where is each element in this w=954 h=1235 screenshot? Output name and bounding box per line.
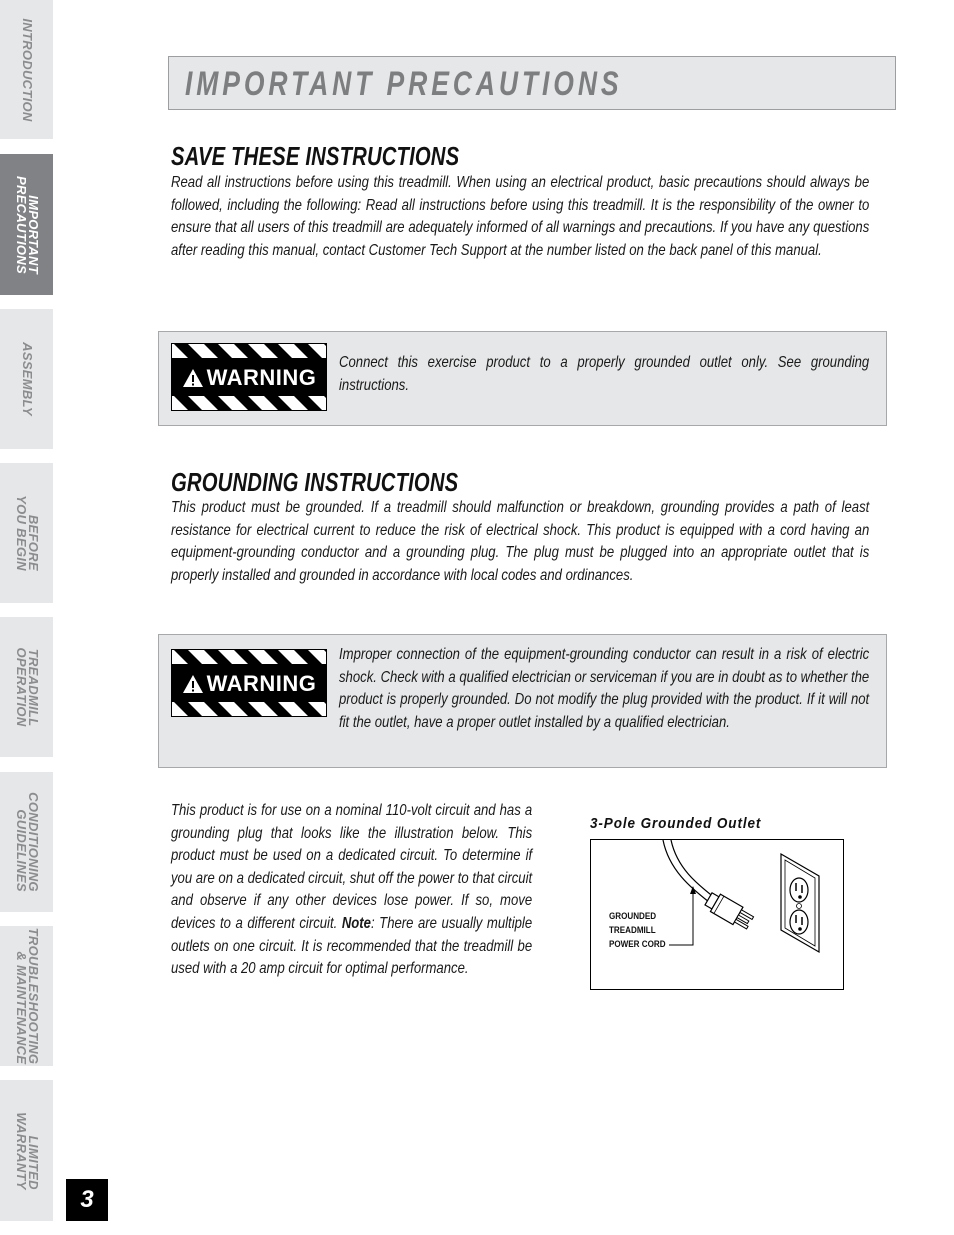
page-title-banner: IMPORTANT PRECAUTIONS [168, 56, 896, 110]
sidebar-tab-label: TREADMILL OPERATION [13, 647, 41, 727]
warning-box-grounded-outlet: WARNING Connect this exercise product to… [158, 331, 887, 426]
warning-badge: WARNING [171, 649, 327, 717]
warning-text-body: Connect this exercise product to a prope… [339, 354, 870, 394]
hazard-stripes [172, 702, 326, 716]
grounding-instructions-body: This product must be grounded. If a trea… [171, 499, 870, 584]
figure-caption: 3-Pole Grounded Outlet [590, 815, 762, 832]
sidebar-tab-important-precautions[interactable]: IMPORTANT PRECAUTIONS [0, 154, 53, 295]
warning-label: WARNING [206, 365, 317, 390]
section-heading-grounding-instructions: GROUNDING INSTRUCTIONS [171, 467, 459, 497]
sidebar-tab-limited-warranty[interactable]: LIMITED WARRANTY [0, 1080, 53, 1221]
hazard-stripes [172, 396, 326, 410]
sidebar-tab-introduction[interactable]: INTRODUCTION [0, 0, 53, 139]
hazard-stripes [172, 650, 326, 664]
sidebar-tab-label: TROUBLESHOOTING & MAINTENANCE [13, 927, 41, 1065]
sidebar-tab-label: CONDITIONING GUIDELINES [13, 792, 41, 892]
hazard-stripe [288, 344, 326, 358]
hazard-stripe [258, 344, 300, 358]
sidebar-tab-label: ASSEMBLY [19, 342, 35, 416]
sidebar-tab-label: INTRODUCTION [19, 17, 35, 122]
sidebar-tab-label: BEFORE YOU BEGIN [13, 495, 41, 571]
hazard-stripe [198, 396, 240, 410]
hazard-stripe [228, 650, 270, 664]
hazard-stripe [228, 344, 270, 358]
save-instructions-text: Read all instructions before using this … [171, 172, 869, 262]
hazard-stripe [288, 396, 326, 410]
hazard-stripe [172, 344, 210, 358]
hazard-stripe [288, 650, 326, 664]
hazard-stripe [172, 702, 210, 716]
label-line: GROUNDED [609, 911, 657, 922]
power-cord-label: GROUNDED TREADMILL POWER CORD [609, 910, 666, 952]
warning-text: Improper connection of the equipment-gro… [339, 644, 869, 734]
hazard-stripe [258, 396, 300, 410]
hazard-stripe [228, 396, 270, 410]
hazard-stripe [258, 650, 300, 664]
page-number: 3 [66, 1179, 108, 1221]
sidebar-tab-assembly[interactable]: ASSEMBLY [0, 309, 53, 449]
sidebar-tab-label: LIMITED WARRANTY [13, 1111, 41, 1190]
duplex-outlet-illustration [780, 852, 820, 954]
hazard-stripe [198, 702, 240, 716]
outlet-figure: GROUNDED TREADMILL POWER CORD [590, 839, 844, 990]
note-label: Note [341, 914, 371, 932]
page-title: IMPORTANT PRECAUTIONS [185, 65, 623, 103]
sidebar-tab-label: IMPORTANT PRECAUTIONS [13, 175, 41, 274]
warning-text-body: Improper connection of the equipment-gro… [339, 646, 870, 731]
hazard-stripe [198, 650, 240, 664]
hazard-stripe [228, 702, 270, 716]
sidebar-tab-before-you-begin[interactable]: BEFORE YOU BEGIN [0, 463, 53, 603]
hazard-stripes [172, 344, 326, 358]
sidebar-tab-troubleshooting-maintenance[interactable]: TROUBLESHOOTING & MAINTENANCE [0, 926, 53, 1066]
hazard-stripe [172, 650, 210, 664]
warning-box-improper-connection: WARNING Improper connection of the equip… [158, 634, 887, 768]
hazard-stripe [198, 344, 240, 358]
circuit-requirements-text: This product is for use on a nominal 110… [171, 800, 532, 981]
hazard-stripe [288, 702, 326, 716]
grounding-instructions-text: This product must be grounded. If a trea… [171, 497, 869, 587]
warning-triangle-icon [182, 369, 203, 387]
section-heading-save-instructions: SAVE THESE INSTRUCTIONS [171, 141, 460, 171]
warning-label: WARNING [206, 671, 317, 696]
label-line: POWER CORD [609, 939, 666, 950]
circuit-text-part1: This product is for use on a nominal 110… [171, 802, 533, 932]
sidebar-tab-treadmill-operation[interactable]: TREADMILL OPERATION [0, 617, 53, 757]
warning-triangle-icon [182, 675, 203, 693]
hazard-stripe [172, 396, 210, 410]
sidebar-tab-conditioning-guidelines[interactable]: CONDITIONING GUIDELINES [0, 772, 53, 912]
save-instructions-body: Read all instructions before using this … [171, 174, 870, 259]
hazard-stripe [258, 702, 300, 716]
warning-text: Connect this exercise product to a prope… [339, 352, 869, 397]
label-line: TREADMILL [609, 925, 656, 936]
warning-badge: WARNING [171, 343, 327, 411]
